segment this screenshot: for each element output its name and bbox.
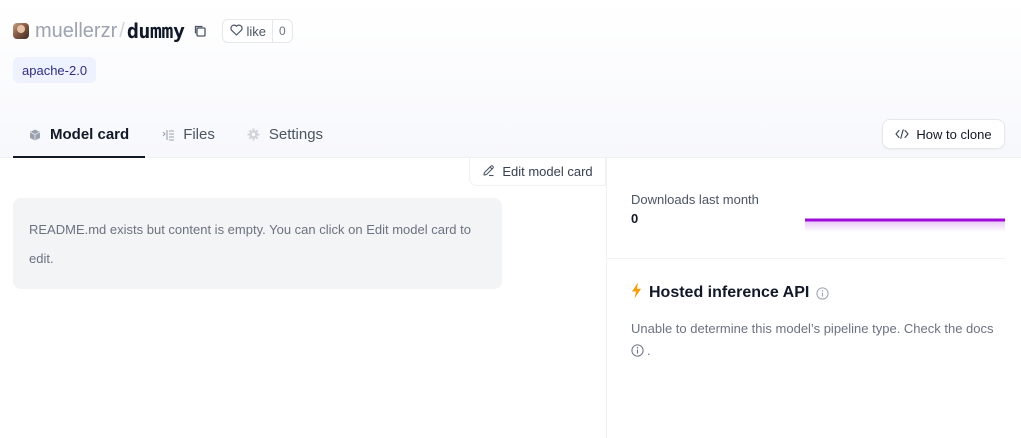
gear-icon (247, 128, 261, 142)
downloads-value: 0 (631, 211, 639, 226)
column-divider (606, 158, 607, 438)
inference-message-text: Unable to determine this model’s pipelin… (631, 321, 994, 336)
docs-info-icon[interactable] (631, 344, 644, 357)
readme-empty-notice: README.md exists but content is empty. Y… (13, 198, 502, 289)
pencil-icon (482, 164, 495, 180)
downloads-label: Downloads last month (631, 192, 759, 207)
like-count: 0 (272, 20, 292, 42)
like-button[interactable]: like 0 (221, 19, 293, 43)
info-icon[interactable] (816, 286, 829, 300)
inference-message: Unable to determine this model’s pipelin… (631, 318, 1011, 362)
bolt-icon (631, 282, 642, 304)
readme-message: README.md exists but content is empty. Y… (29, 222, 471, 266)
repo-tabs: Model card Files Settings (13, 111, 339, 158)
path-separator: / (119, 19, 125, 42)
like-label: like (246, 23, 267, 39)
repo-title-bar: muellerzr / dummy like 0 (13, 17, 293, 45)
tab-model-card[interactable]: Model card (13, 111, 146, 158)
tab-label: Files (183, 126, 215, 143)
edit-model-card-button[interactable]: Edit model card (469, 158, 606, 186)
heart-icon (229, 24, 243, 39)
how-to-clone-button[interactable]: How to clone (882, 119, 1005, 149)
tab-settings[interactable]: Settings (231, 111, 339, 158)
section-divider (607, 258, 1005, 259)
tab-label: Settings (268, 126, 324, 143)
inference-api-heading: Hosted inference API (631, 282, 829, 304)
inference-message-suffix: . (647, 343, 651, 358)
repo-header: muellerzr / dummy like 0 apache-2.0 Mode… (0, 0, 1021, 158)
inference-title: Hosted inference API (649, 284, 810, 301)
edit-label: Edit model card (502, 164, 593, 179)
license-tag[interactable]: apache-2.0 (13, 57, 97, 83)
tab-label: Model card (50, 126, 130, 143)
repo-name[interactable]: dummy (127, 19, 185, 43)
copy-icon[interactable] (193, 24, 207, 38)
clone-label: How to clone (916, 126, 992, 142)
cube-icon (28, 128, 42, 142)
owner-avatar[interactable] (13, 23, 29, 39)
files-icon (161, 128, 175, 142)
downloads-sparkline (805, 218, 1005, 232)
owner-link[interactable]: muellerzr (35, 20, 117, 43)
tab-files[interactable]: Files (145, 111, 231, 158)
code-icon (895, 127, 909, 142)
